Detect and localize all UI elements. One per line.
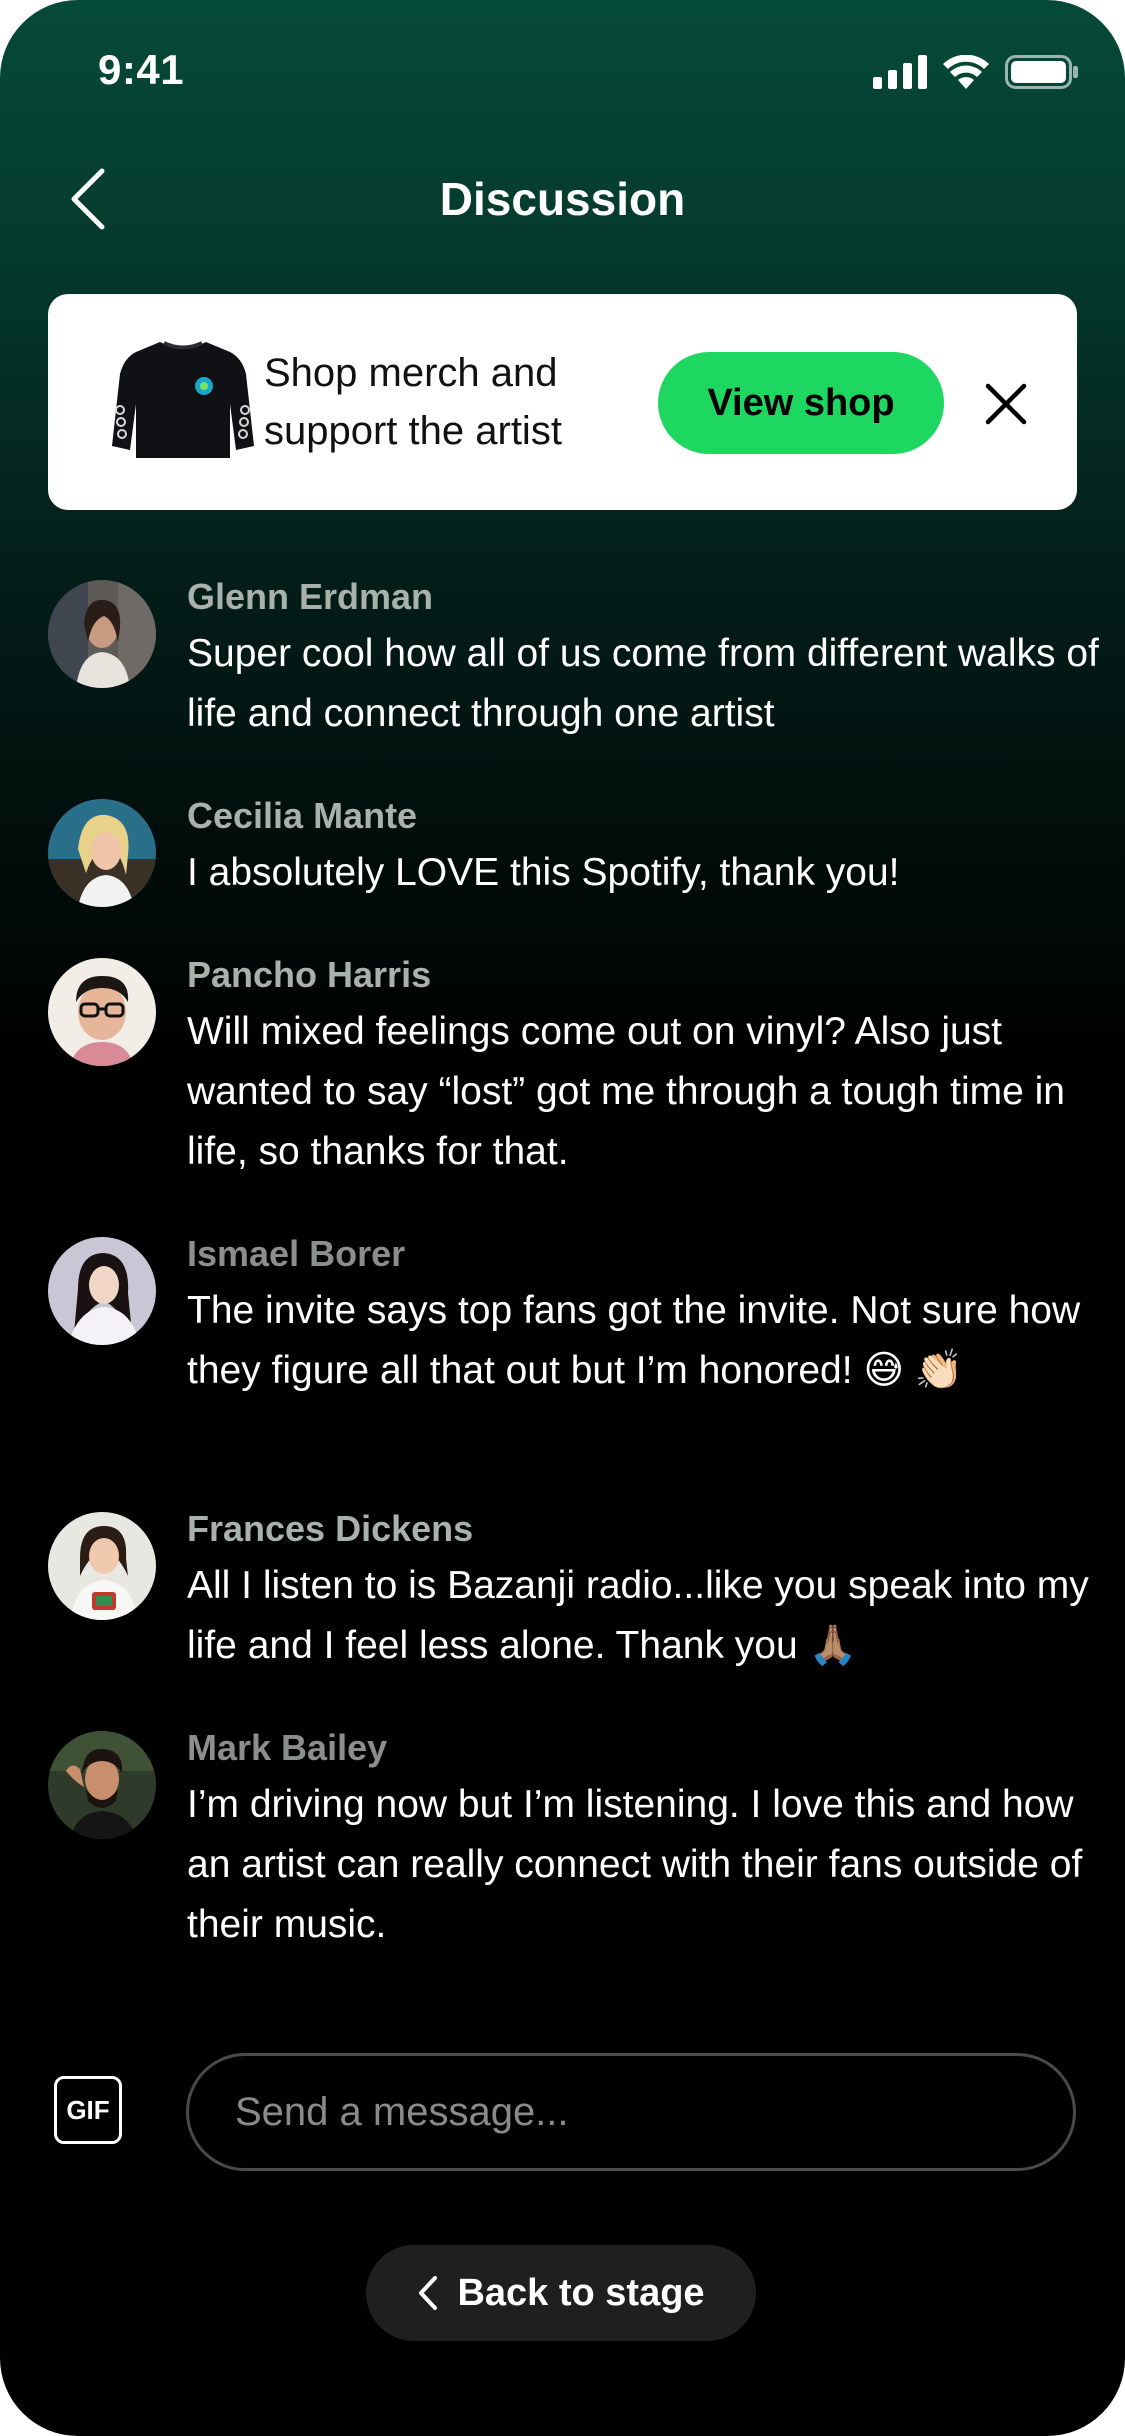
- avatar[interactable]: [48, 1237, 156, 1345]
- message-text: I absolutely LOVE this Spotify, thank yo…: [187, 851, 900, 894]
- battery-icon: [1005, 55, 1078, 89]
- message-author[interactable]: Pancho Harris: [187, 954, 431, 996]
- back-to-stage-button[interactable]: Back to stage: [366, 2245, 756, 2341]
- gif-button[interactable]: GIF: [54, 2076, 122, 2144]
- message-text: I’m driving now but I’m listening. I lov…: [187, 1783, 1083, 1946]
- chevron-left-icon: [419, 2276, 438, 2310]
- avatar-image: [48, 1237, 156, 1345]
- avatar-image: [48, 799, 156, 907]
- message-author[interactable]: Frances Dickens: [187, 1508, 473, 1550]
- message-author[interactable]: Glenn Erdman: [187, 576, 433, 618]
- merch-sweatshirt-image: [112, 341, 254, 458]
- cellular-signal-icon: [873, 55, 927, 89]
- page-title: Discussion: [439, 173, 686, 225]
- message-input[interactable]: [186, 2053, 1076, 2171]
- wifi-icon: [943, 55, 989, 89]
- avatar[interactable]: [48, 958, 156, 1066]
- phone-screen: 9:41 Discussion Shop merch and support t…: [0, 0, 1125, 2436]
- close-icon: [985, 383, 1027, 425]
- avatar[interactable]: [48, 580, 156, 688]
- status-icons: [873, 52, 1079, 92]
- avatar-image: [48, 1512, 156, 1620]
- message-author[interactable]: Cecilia Mante: [187, 795, 417, 837]
- close-banner-button[interactable]: [978, 376, 1034, 432]
- message-author[interactable]: Ismael Borer: [187, 1233, 405, 1275]
- message-author[interactable]: Mark Bailey: [187, 1727, 387, 1769]
- status-time: 9:41: [98, 46, 185, 93]
- avatar[interactable]: [48, 799, 156, 907]
- message-text: The invite says top fans got the invite.…: [187, 1289, 1081, 1392]
- avatar[interactable]: [48, 1512, 156, 1620]
- back-to-stage-label: Back to stage: [457, 2271, 705, 2314]
- message-text: All I listen to is Bazanji radio...like …: [187, 1564, 1089, 1667]
- message-text: Super cool how all of us come from diffe…: [187, 632, 1099, 735]
- avatar-image: [48, 580, 156, 688]
- view-shop-button[interactable]: View shop: [658, 352, 944, 454]
- merch-banner: Shop merch and support the artist View s…: [48, 294, 1077, 510]
- avatar[interactable]: [48, 1731, 156, 1839]
- merch-banner-text: Shop merch and support the artist: [264, 351, 562, 453]
- message-text: Will mixed feelings come out on vinyl? A…: [187, 1010, 1065, 1173]
- avatar-image: [48, 1731, 156, 1839]
- avatar-image: [48, 958, 156, 1066]
